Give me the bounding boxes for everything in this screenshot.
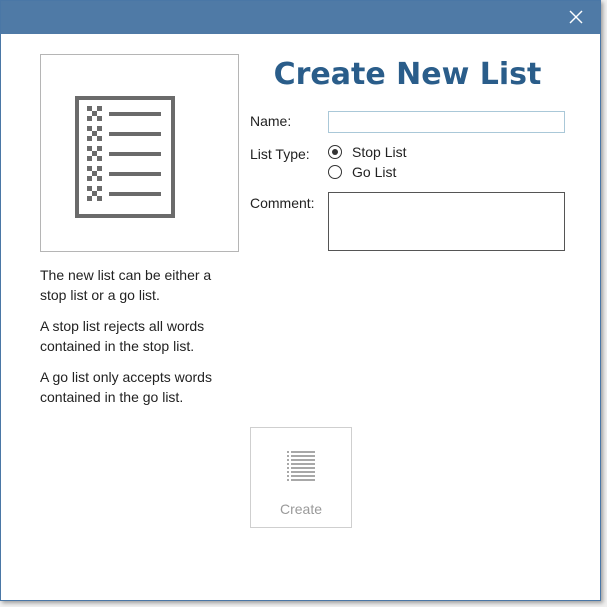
- close-icon: [569, 10, 583, 24]
- list-preview-image: [40, 54, 239, 252]
- description-either: The new list can be either a stop list o…: [40, 267, 212, 303]
- name-input[interactable]: [328, 111, 565, 133]
- radio-button-go-list[interactable]: [328, 165, 342, 179]
- description-go-list: A go list only accepts words contained i…: [40, 369, 212, 405]
- radio-label-stop-list: Stop List: [352, 144, 407, 160]
- title-bar: [1, 1, 600, 34]
- create-button-label: Create: [279, 501, 323, 517]
- name-label: Name:: [250, 113, 292, 129]
- close-button[interactable]: [566, 7, 586, 27]
- checklist-icon: [75, 96, 175, 218]
- radio-label-go-list: Go List: [352, 164, 397, 180]
- create-list-dialog: The new list can be either a stop list o…: [0, 0, 601, 601]
- description-stop-list: A stop list rejects all words contained …: [40, 318, 205, 354]
- comment-label: Comment:: [250, 195, 315, 211]
- comment-field[interactable]: [328, 192, 565, 251]
- radio-stop-list[interactable]: Stop List: [328, 142, 406, 162]
- list-icon: [287, 451, 315, 481]
- create-button[interactable]: Create: [250, 427, 352, 528]
- radio-go-list[interactable]: Go List: [328, 162, 396, 182]
- page-title: Create New List: [273, 57, 542, 92]
- list-type-label: List Type:: [250, 146, 310, 162]
- radio-button-stop-list[interactable]: [328, 145, 342, 159]
